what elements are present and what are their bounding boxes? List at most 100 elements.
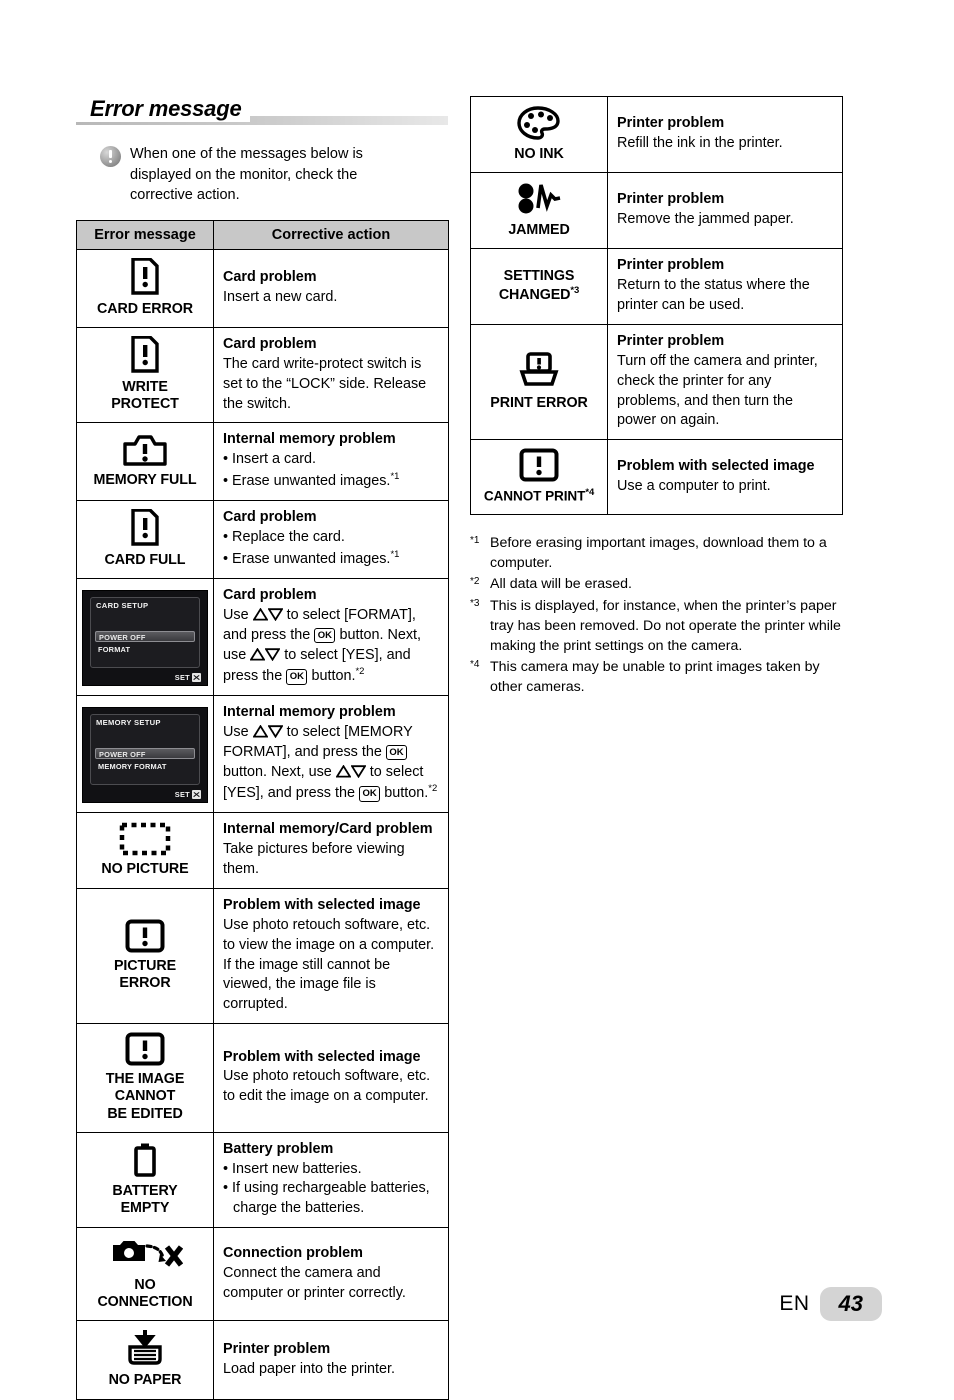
table-row: NO PICTURE Internal memory/Card problem … <box>76 812 449 889</box>
error-message-label: NO INK <box>514 146 564 162</box>
action-title: Internal memory/Card problem <box>223 821 433 838</box>
action-title: Card problem <box>223 335 317 352</box>
lcd-title: CARD SETUP <box>96 600 149 610</box>
cannot-print-icon <box>519 448 559 482</box>
action-title: Printer problem <box>617 191 725 208</box>
action-line: The card write-protect switch is set to … <box>223 355 427 412</box>
action-title: Battery problem <box>223 1140 334 1157</box>
table-row: JAMMED Printer problem Remove the jammed… <box>470 172 843 250</box>
page-title: Error message <box>76 96 250 122</box>
lcd-selected-item: POWER OFF <box>95 630 195 642</box>
corrective-action-cell: Internal memory problem Use to select [M… <box>213 695 449 814</box>
action-bullet: • If using rechargeable batteries, charg… <box>223 1180 430 1217</box>
table-row: PRINT ERROR Printer problem Turn off the… <box>470 323 843 441</box>
no-ink-icon <box>517 106 560 140</box>
table-row: CANNOT PRINT*4 Problem with selected ima… <box>470 439 843 516</box>
error-message-label: MEMORY FULL <box>93 472 197 489</box>
action-title: Problem with selected image <box>223 896 421 913</box>
action-title: Card problem <box>223 509 317 526</box>
error-message-cell: THE IMAGE CANNOT BE EDITED <box>76 1023 214 1133</box>
corrective-action-cell: Problem with selected image Use a comput… <box>607 439 843 516</box>
table-row: NO INK Printer problem Refill the ink in… <box>470 95 843 174</box>
table-row: CARD SETUP POWER OFF FORMAT SET Card pro… <box>76 577 449 697</box>
corrective-action-cell: Connection problem Connect the camera an… <box>213 1227 449 1322</box>
error-message-cell: NO CONNECTION <box>76 1227 214 1322</box>
footer-language: EN <box>779 1292 810 1315</box>
corrective-action-cell: Battery problem • Insert new batteries. … <box>213 1131 449 1229</box>
error-message-label: PRINT ERROR <box>490 394 588 411</box>
lcd-set-hint: SET <box>175 789 201 799</box>
footnote-item: *2 All data will be erased. <box>470 574 842 594</box>
error-message-cell: WRITE PROTECT <box>76 326 214 424</box>
action-line: Load paper into the printer. <box>223 1360 396 1377</box>
intro-note-text: When one of the messages below is displa… <box>130 146 363 204</box>
table-row: MEMORY SETUP POWER OFF MEMORY FORMAT SET… <box>76 695 449 814</box>
action-line: Return to the status where the printer c… <box>617 277 810 314</box>
down-triangle-icon <box>267 725 283 739</box>
corrective-action-cell: Card problem Use to select [FORMAT], and… <box>213 577 449 697</box>
action-bullet: • Erase unwanted images.*1 <box>223 548 400 567</box>
error-message-label: NO PAPER <box>108 1372 182 1389</box>
table-row: NO PAPER Printer problem Load paper into… <box>76 1320 449 1400</box>
footnote-text: Before erasing important images, downloa… <box>490 535 827 572</box>
action-title: Problem with selected image <box>617 457 815 474</box>
ok-button-key: OK <box>286 669 308 685</box>
footer-page-number: 43 <box>819 1287 882 1321</box>
print-error-icon <box>519 351 559 386</box>
corrective-action-cell: Internal memory/Card problem Take pictur… <box>213 812 449 889</box>
lcd-item-2: MEMORY FORMAT <box>98 761 167 771</box>
battery-empty-icon <box>134 1143 156 1177</box>
action-title: Printer problem <box>617 115 725 132</box>
lcd-item-2: FORMAT <box>98 644 131 654</box>
footnote-mark: *3 <box>470 597 480 609</box>
write-protect-icon <box>131 335 159 373</box>
error-message-cell: NO INK <box>470 95 608 174</box>
corrective-action-cell: Card problem • Replace the card. • Erase… <box>213 499 449 579</box>
lcd-memory-setup: MEMORY SETUP POWER OFF MEMORY FORMAT SET <box>82 706 208 803</box>
error-message-cell: CARD FULL <box>76 499 214 579</box>
corrective-action-cell: Problem with selected image Use photo re… <box>213 1023 449 1133</box>
error-message-cell: MEMORY SETUP POWER OFF MEMORY FORMAT SET <box>76 695 214 814</box>
table-row: NO CONNECTION Connection problem Connect… <box>76 1227 449 1322</box>
exclamation-circle-icon <box>100 146 121 167</box>
down-triangle-icon <box>265 647 281 661</box>
error-message-label: CARD FULL <box>104 551 186 568</box>
error-table-right: NO INK Printer problem Refill the ink in… <box>470 95 843 516</box>
table-row: SETTINGS CHANGED*3 Printer problem Retur… <box>470 248 843 325</box>
table-row: MEMORY FULL Internal memory problem • In… <box>76 422 449 501</box>
manual-page: Error message When one of the messages b… <box>0 0 954 1400</box>
header-corrective-action: Corrective action <box>213 219 449 250</box>
table-header-row: Error message Corrective action <box>76 219 449 250</box>
error-message-label: CANNOT PRINT*4 <box>483 487 595 504</box>
footnote-mark: *2 <box>470 576 480 588</box>
error-message-label: JAMMED <box>508 222 570 239</box>
up-triangle-icon <box>250 647 266 661</box>
down-triangle-icon <box>267 608 283 621</box>
error-table-left: Error message Corrective action CARD ERR… <box>76 219 449 1400</box>
no-picture-icon <box>119 822 171 856</box>
down-triangle-icon <box>350 765 366 778</box>
action-bullet: • Insert new batteries. <box>223 1160 362 1177</box>
footnote-text: This camera may be unable to print image… <box>490 659 820 696</box>
error-message-label: NO CONNECTION <box>97 1277 193 1311</box>
section-heading: Error message <box>76 96 448 130</box>
action-bullet: • Erase unwanted images.*1 <box>223 471 400 489</box>
lcd-selected-item: POWER OFF <box>95 747 195 759</box>
error-message-label: SETTINGS CHANGED*3 <box>498 268 580 303</box>
action-title: Problem with selected image <box>223 1048 421 1065</box>
table-row: CARD FULL Card problem • Replace the car… <box>76 499 449 579</box>
error-message-label: THE IMAGE CANNOT BE EDITED <box>105 1071 185 1122</box>
footnote-mark: *1 <box>470 535 480 547</box>
footnote-text: This is displayed, for instance, when th… <box>490 597 841 654</box>
action-line: Turn off the camera and printer, check t… <box>617 352 818 429</box>
corrective-action-cell: Printer problem Refill the ink in the pr… <box>607 95 843 174</box>
table-row: THE IMAGE CANNOT BE EDITED Problem with … <box>76 1023 449 1133</box>
no-paper-icon <box>128 1330 162 1366</box>
action-title: Card problem <box>223 586 317 603</box>
error-message-cell: SETTINGS CHANGED*3 <box>470 248 608 325</box>
lcd-set-hint: SET <box>175 672 201 682</box>
right-column: NO INK Printer problem Refill the ink in… <box>470 95 843 698</box>
error-message-cell: MEMORY FULL <box>76 422 214 501</box>
no-connection-icon <box>113 1241 183 1267</box>
action-title: Card problem <box>223 268 317 285</box>
